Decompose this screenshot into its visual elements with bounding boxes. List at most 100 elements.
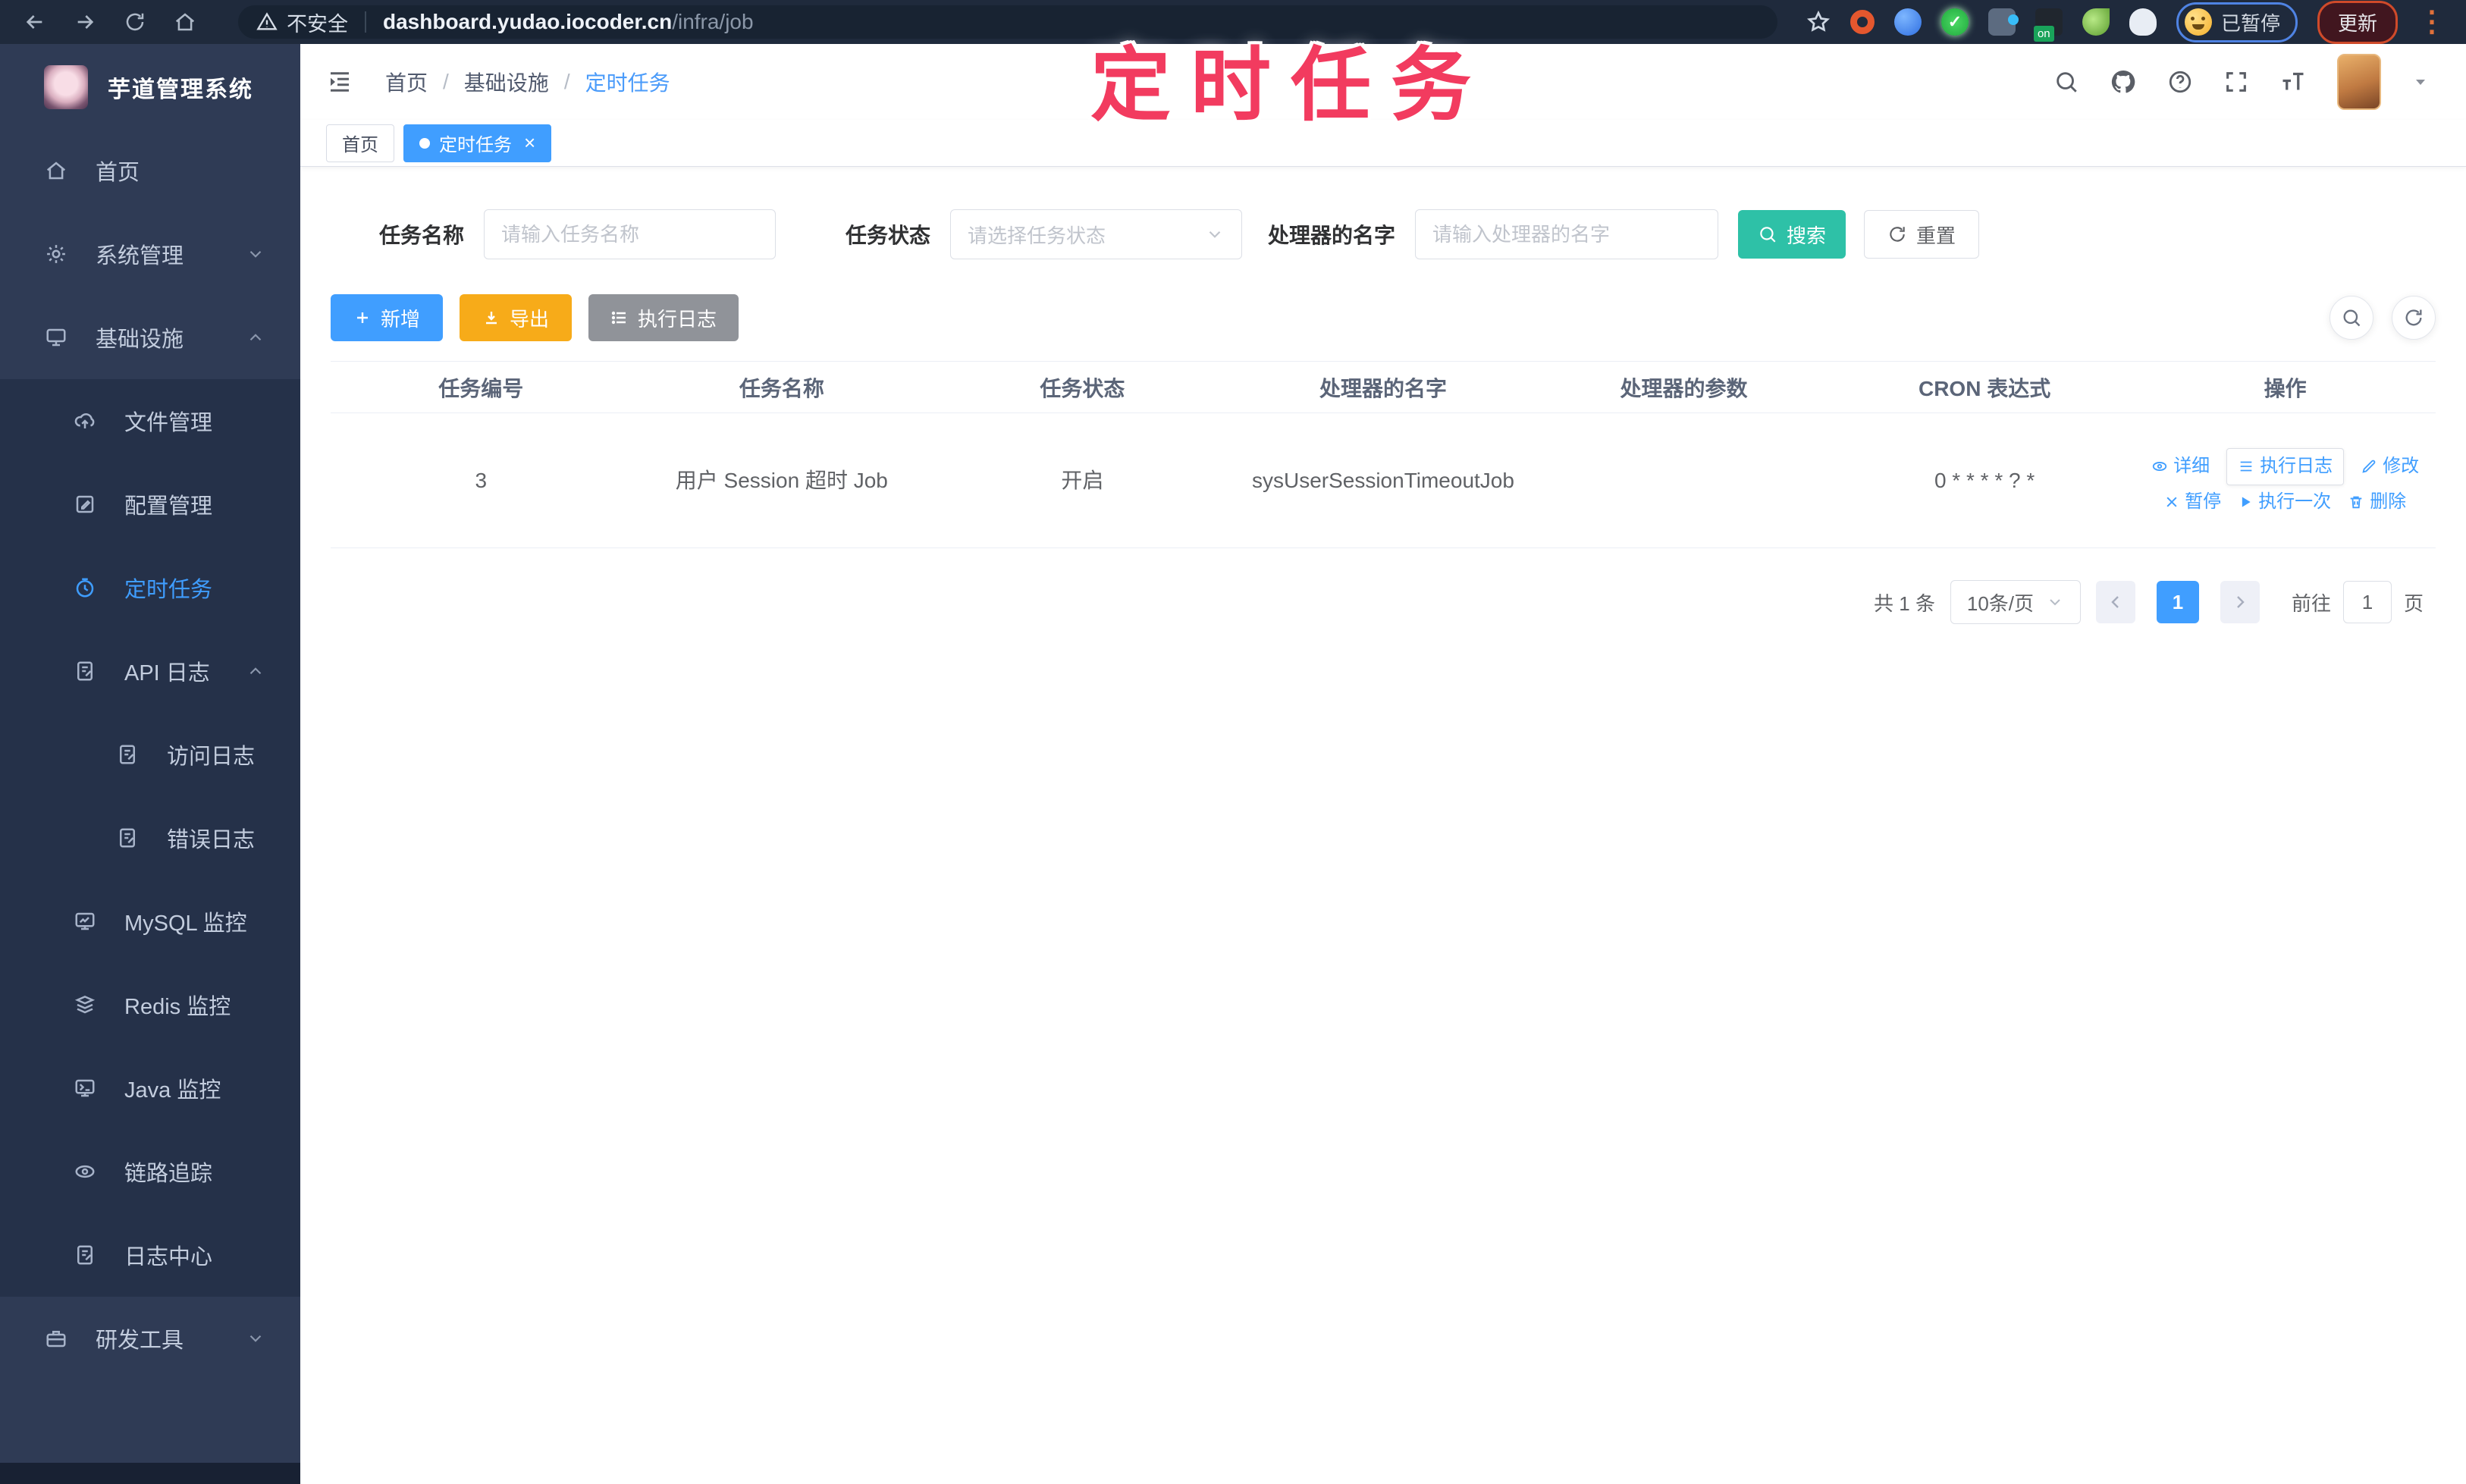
redis-monitor-icon	[71, 993, 99, 1016]
breadcrumb-infrastructure[interactable]: 基础设施	[464, 67, 549, 97]
reset-button[interactable]: 重置	[1864, 210, 1980, 259]
job-log-button[interactable]: 执行日志	[588, 294, 739, 341]
navbar-actions	[2053, 54, 2430, 110]
infrastructure-icon	[42, 326, 70, 349]
briefcase-icon	[42, 1327, 70, 1350]
page-size-select[interactable]: 10条/页	[1950, 580, 2081, 624]
emoji-extension-icon	[2184, 8, 2212, 36]
sidebar-collapse-icon[interactable]	[326, 68, 353, 96]
cell-job-name: 用户 Session 超时 Job	[631, 413, 933, 548]
sidebar-item-log-center[interactable]: 日志中心	[0, 1213, 300, 1297]
sidebar-item-trace[interactable]: 链路追踪	[0, 1130, 300, 1213]
home-nav-icon[interactable]	[170, 7, 200, 37]
extension-icon[interactable]	[1988, 8, 2019, 36]
row-job-log-link[interactable]: 执行日志	[2226, 447, 2345, 485]
goto-label: 前往	[2291, 591, 2331, 615]
export-button[interactable]: 导出	[460, 294, 572, 341]
error-log-icon	[114, 827, 141, 849]
edit-square-icon	[71, 493, 99, 516]
help-icon[interactable]	[2167, 69, 2193, 95]
paused-extension-chip[interactable]: 已暂停	[2176, 2, 2298, 42]
jobs-table: 任务编号 任务名称 任务状态 处理器的名字 处理器的参数 CRON 表达式 操作…	[331, 361, 2436, 548]
pause-link[interactable]: 暂停	[2164, 491, 2221, 513]
refresh-table-button[interactable]	[2392, 296, 2436, 340]
access-log-icon	[114, 743, 141, 766]
total-count: 共 1 条	[1874, 591, 1935, 615]
github-icon[interactable]	[2110, 68, 2137, 96]
app-logo-row: 芋道管理系统	[0, 44, 300, 129]
forward-icon[interactable]	[70, 7, 100, 37]
user-avatar[interactable]	[2337, 54, 2381, 110]
delete-link[interactable]: 删除	[2348, 491, 2406, 513]
sidebar-item-file-management[interactable]: 文件管理	[0, 379, 300, 463]
next-page-button[interactable]	[2220, 581, 2260, 623]
col-handler-name: 处理器的名字	[1232, 361, 1534, 413]
page-unit-label: 页	[2403, 591, 2424, 615]
extension-icon[interactable]	[1893, 8, 1922, 36]
screen: 不安全 dashboard.yudao.iocoder.cn /infra/jo…	[0, 0, 2466, 1484]
job-status-select[interactable]: 请选择任务状态	[950, 209, 1243, 259]
cell-cron: 0 * * * * ? *	[1834, 413, 2135, 548]
hide-search-button[interactable]	[2330, 296, 2373, 340]
sidebar-bottom-strip	[0, 1463, 300, 1484]
col-job-id: 任务编号	[331, 361, 632, 413]
chevron-up-icon	[246, 328, 265, 347]
app-logo	[44, 65, 88, 109]
list-icon	[2238, 458, 2254, 475]
sidebar-item-config-management[interactable]: 配置管理	[0, 463, 300, 546]
trash-icon	[2348, 494, 2364, 510]
reload-icon[interactable]	[120, 7, 150, 37]
detail-link[interactable]: 详细	[2151, 456, 2210, 478]
cell-handler-params	[1533, 413, 1834, 548]
browser-update-button[interactable]: 更新	[2317, 0, 2398, 44]
back-icon[interactable]	[20, 7, 50, 37]
prev-page-button[interactable]	[2095, 581, 2135, 623]
sidebar-item-redis-monitor[interactable]: Redis 监控	[0, 963, 300, 1046]
sidebar-item-system[interactable]: 系统管理	[0, 212, 300, 296]
search-icon[interactable]	[2053, 69, 2079, 95]
address-bar[interactable]: 不安全 dashboard.yudao.iocoder.cn /infra/jo…	[238, 5, 1777, 39]
handler-name-input[interactable]	[1415, 209, 1719, 259]
browser-menu-icon[interactable]: ⋮	[2417, 8, 2446, 36]
extension-icon[interactable]: ✓	[1940, 8, 1969, 36]
add-button[interactable]: 新增	[331, 294, 443, 341]
sidebar-item-error-log[interactable]: 错误日志	[0, 796, 300, 880]
sidebar-item-access-log[interactable]: 访问日志	[0, 713, 300, 796]
tag-scheduled-jobs[interactable]: 定时任务 ×	[403, 124, 552, 162]
search-button[interactable]: 搜索	[1738, 210, 1846, 259]
current-page-button[interactable]: 1	[2156, 581, 2199, 623]
cloud-upload-icon	[71, 409, 99, 432]
fullscreen-icon[interactable]	[2223, 69, 2249, 95]
bookmark-star-icon[interactable]	[1806, 10, 1831, 34]
col-cron: CRON 表达式	[1834, 361, 2135, 413]
goto-page-input[interactable]	[2342, 581, 2392, 623]
extension-icon[interactable]: on	[2033, 8, 2063, 42]
divider	[365, 11, 366, 33]
extension-icon[interactable]	[2082, 8, 2110, 36]
font-size-icon[interactable]	[2279, 68, 2307, 96]
tag-home[interactable]: 首页	[326, 124, 394, 162]
security-warning-icon[interactable]	[256, 11, 278, 33]
sidebar-item-mysql-monitor[interactable]: MySQL 监控	[0, 880, 300, 963]
sidebar-item-scheduled-jobs[interactable]: 定时任务	[0, 546, 300, 629]
sidebar-item-java-monitor[interactable]: Java 监控	[0, 1046, 300, 1130]
sidebar-item-home[interactable]: 首页	[0, 129, 300, 212]
breadcrumb-home[interactable]: 首页	[385, 67, 428, 97]
extension-icon[interactable]	[1850, 10, 1875, 34]
sidebar-item-infrastructure[interactable]: 基础设施	[0, 296, 300, 379]
sidebar-item-api-log[interactable]: API 日志	[0, 629, 300, 713]
avatar-caret-icon[interactable]	[2411, 73, 2430, 91]
home-icon	[42, 159, 70, 182]
job-name-input[interactable]	[484, 209, 777, 259]
chevron-down-icon	[246, 244, 265, 264]
api-log-icon	[71, 660, 99, 682]
run-once-link[interactable]: 执行一次	[2238, 491, 2331, 513]
search-form: 任务名称 任务状态 请选择任务状态 处理器的名字 搜索 重置	[379, 209, 2436, 259]
sidebar: 芋道管理系统 首页 系统管理 基础设施 文件管理 配置管理 定时任务 API 日…	[0, 44, 300, 1484]
extension-icon[interactable]	[2129, 8, 2157, 36]
tag-close-icon[interactable]: ×	[524, 131, 535, 155]
java-monitor-icon	[71, 1077, 99, 1100]
cell-handler-name: sysUserSessionTimeoutJob	[1232, 413, 1534, 548]
edit-link[interactable]: 修改	[2361, 456, 2419, 478]
sidebar-item-devtools[interactable]: 研发工具	[0, 1297, 300, 1380]
